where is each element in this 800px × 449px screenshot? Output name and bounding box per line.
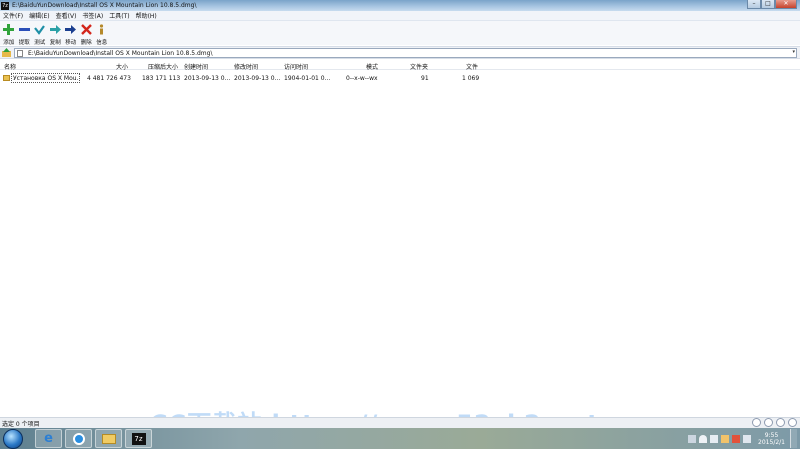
row-mode: 0--x-w--wx (346, 75, 378, 82)
delete-x-icon (80, 23, 92, 35)
window-controls: – □ ✕ (747, 0, 797, 10)
move-arrow-icon (65, 23, 77, 35)
power-icon[interactable] (788, 418, 797, 427)
status-bar: 选定 0 个项目 (0, 417, 800, 428)
list-header: 名称 大小 压缩后大小 创建时间 修改时间 访问时间 模式 文件夹 文件 (0, 60, 800, 71)
clock[interactable]: 9:55 2015/2/1 (758, 432, 785, 446)
tray-flag-icon[interactable] (688, 434, 697, 443)
move-label: 移动 (65, 40, 77, 46)
column-size[interactable]: 大小 (116, 62, 128, 71)
info-button[interactable]: 信息 (94, 21, 110, 46)
menu-bar: 文件(F) 编辑(E) 查看(V) 书签(A) 工具(T) 帮助(H) (0, 11, 800, 21)
warning-icon[interactable] (732, 434, 741, 443)
clock-date: 2015/2/1 (758, 438, 785, 446)
column-files[interactable]: 文件 (466, 62, 478, 71)
move-button[interactable]: 移动 (63, 21, 79, 46)
gear-icon[interactable] (764, 418, 773, 427)
column-accessed[interactable]: 访问时间 (284, 62, 308, 71)
volume-icon[interactable] (710, 434, 719, 443)
maximize-button[interactable]: □ (761, 0, 775, 9)
column-modified[interactable]: 修改时间 (234, 62, 258, 71)
file-list: 名称 大小 压缩后大小 创建时间 修改时间 访问时间 模式 文件夹 文件 Уст… (0, 60, 800, 416)
clock-time: 9:55 (764, 431, 779, 439)
row-packed-size: 183 171 113 (142, 75, 181, 82)
delete-label: 删除 (80, 40, 92, 46)
copy-button[interactable]: 复制 (48, 21, 64, 46)
check-icon (34, 23, 46, 35)
test-label: 测试 (34, 40, 46, 46)
status-text: 选定 0 个项目 (2, 420, 40, 428)
up-folder-icon[interactable] (2, 48, 11, 57)
title-bar: 7z E:\BaiduYunDownload\Install OS X Moun… (0, 0, 800, 11)
taskbar-ie[interactable]: e (35, 429, 62, 448)
system-tray: 9:55 2015/2/1 (688, 429, 797, 448)
edit-icon[interactable] (776, 418, 785, 427)
info-label: 信息 (96, 40, 108, 46)
folder-icon (101, 433, 116, 444)
power-plug-icon[interactable] (721, 434, 730, 443)
row-modified: 2013-09-13 0... (234, 75, 281, 82)
show-desktop-button[interactable] (790, 429, 797, 448)
column-packed-size[interactable]: 压缩后大小 (148, 62, 178, 71)
add-label: 添加 (3, 40, 15, 46)
delete-button[interactable]: 删除 (79, 21, 95, 46)
row-size: 4 481 726 473 (87, 75, 131, 82)
extract-button[interactable]: 提取 (17, 21, 33, 46)
chevron-down-icon[interactable]: ▾ (792, 49, 795, 55)
row-accessed: 1904-01-01 0... (284, 75, 331, 82)
table-row[interactable]: Установка OS X Mou... 4 481 726 473 183 … (0, 73, 800, 84)
taskbar-7zip[interactable]: 7z (125, 429, 152, 448)
row-name: Установка OS X Mou... (11, 73, 80, 83)
column-created[interactable]: 创建时间 (184, 62, 208, 71)
address-input[interactable]: E:\BaiduYunDownload\Install OS X Mountai… (14, 48, 797, 58)
menu-tools[interactable]: 工具(T) (106, 11, 132, 20)
ie-icon: e (44, 431, 53, 446)
menu-bookmarks[interactable]: 书签(A) (79, 11, 106, 20)
taskbar-doraemon[interactable] (65, 429, 92, 448)
app-icon: 7z (1, 1, 9, 10)
minus-icon (18, 23, 30, 35)
window-title: E:\BaiduYunDownload\Install OS X Mountai… (12, 2, 197, 9)
address-bar: E:\BaiduYunDownload\Install OS X Mountai… (0, 46, 800, 59)
row-created: 2013-09-13 0... (184, 75, 231, 82)
menu-view[interactable]: 查看(V) (53, 11, 80, 20)
menu-file[interactable]: 文件(F) (0, 11, 26, 20)
network-icon[interactable] (699, 434, 708, 443)
plus-icon (3, 23, 15, 35)
add-button[interactable]: 添加 (1, 21, 17, 46)
extract-label: 提取 (18, 40, 30, 46)
row-folders: 91 (421, 75, 429, 82)
info-icon (96, 23, 108, 35)
7zip-icon: 7z (131, 432, 146, 445)
copy-arrow-icon (49, 23, 61, 35)
status-bar-icons (749, 418, 797, 427)
menu-help[interactable]: 帮助(H) (133, 11, 160, 20)
taskbar-explorer[interactable] (95, 429, 122, 448)
column-mode[interactable]: 模式 (366, 62, 378, 71)
row-files: 1 069 (462, 75, 480, 82)
column-folders[interactable]: 文件夹 (410, 62, 428, 71)
column-name[interactable]: 名称 (4, 62, 16, 71)
close-button[interactable]: ✕ (775, 0, 797, 9)
copy-label: 复制 (49, 40, 61, 46)
file-icon (17, 49, 23, 57)
refresh-icon[interactable] (752, 418, 761, 427)
menu-edit[interactable]: 编辑(E) (26, 11, 52, 20)
toolbar: 添加 提取 测试 复制 移动 删除 信息 (0, 21, 800, 46)
doraemon-icon (72, 432, 85, 445)
folder-icon (3, 75, 10, 81)
speaker-icon[interactable] (743, 434, 752, 443)
start-button[interactable] (3, 428, 23, 449)
test-button[interactable]: 测试 (32, 21, 48, 46)
minimize-button[interactable]: – (747, 0, 761, 9)
address-path: E:\BaiduYunDownload\Install OS X Mountai… (28, 49, 213, 57)
taskbar: e 7z 9:55 2015/2/1 (0, 428, 800, 449)
